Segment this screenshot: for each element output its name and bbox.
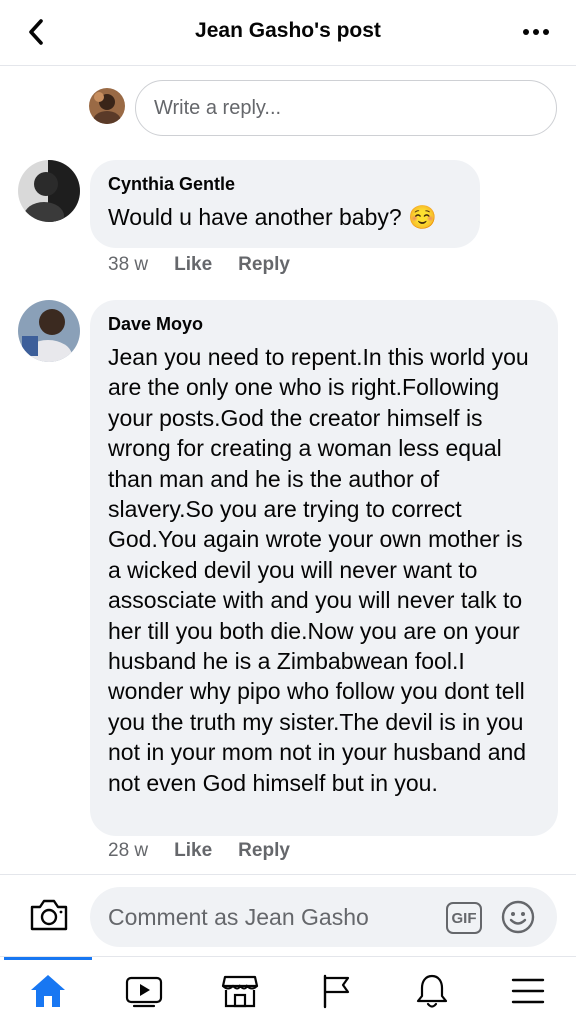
smiley-icon: [501, 900, 535, 934]
more-horizontal-icon: [523, 29, 549, 35]
current-user-avatar: [89, 88, 125, 124]
page-title: Jean Gasho's post: [195, 19, 381, 42]
home-icon: [31, 975, 65, 1007]
notifications-bell-icon: [416, 974, 448, 1008]
comment-bubble: Dave Moyo Jean you need to repent.In thi…: [90, 300, 558, 836]
like-button[interactable]: Like: [174, 840, 212, 862]
comment-timestamp: 28 w: [108, 840, 149, 861]
camera-button[interactable]: [28, 895, 70, 935]
pages-flag-icon: [323, 974, 350, 1009]
bottom-tab-bar: [0, 956, 576, 1024]
comment-author[interactable]: Cynthia Gentle: [108, 172, 462, 196]
comment-actions: 28 w Like Reply: [108, 840, 290, 862]
comment-bubble: Cynthia Gentle Would u have another baby…: [90, 160, 480, 248]
comment-text: Jean you need to repent.In this world yo…: [108, 344, 529, 796]
comment-author[interactable]: Dave Moyo: [108, 312, 540, 336]
tab-menu[interactable]: [480, 957, 576, 1024]
comment-timestamp: 38 w: [108, 254, 149, 275]
comment-composer: GIF: [0, 874, 576, 956]
tab-video[interactable]: [96, 957, 192, 1024]
avatar[interactable]: [18, 300, 80, 362]
reply-button[interactable]: Reply: [238, 840, 290, 862]
comment-input-container: GIF: [90, 887, 557, 947]
tab-notifications[interactable]: [384, 957, 480, 1024]
comment-actions: 38 w Like Reply: [108, 254, 290, 276]
reply-composer: [0, 78, 576, 138]
menu-icon: [511, 978, 545, 1004]
like-button[interactable]: Like: [174, 254, 212, 276]
comment-input[interactable]: [108, 887, 438, 947]
tab-home[interactable]: [0, 957, 96, 1024]
avatar[interactable]: [18, 160, 80, 222]
tab-pages[interactable]: [288, 957, 384, 1024]
camera-icon: [30, 899, 68, 931]
emoji-button[interactable]: [500, 899, 536, 935]
video-icon: [125, 976, 163, 1008]
gif-button[interactable]: GIF: [446, 902, 482, 934]
reply-button[interactable]: Reply: [238, 254, 290, 276]
write-reply-input[interactable]: [135, 80, 557, 136]
more-options-button[interactable]: [516, 18, 556, 46]
marketplace-icon: [221, 975, 259, 1008]
comment-text: Would u have another baby? ☺️: [108, 204, 437, 230]
header-bar: Jean Gasho's post: [0, 0, 576, 66]
tab-marketplace[interactable]: [192, 957, 288, 1024]
